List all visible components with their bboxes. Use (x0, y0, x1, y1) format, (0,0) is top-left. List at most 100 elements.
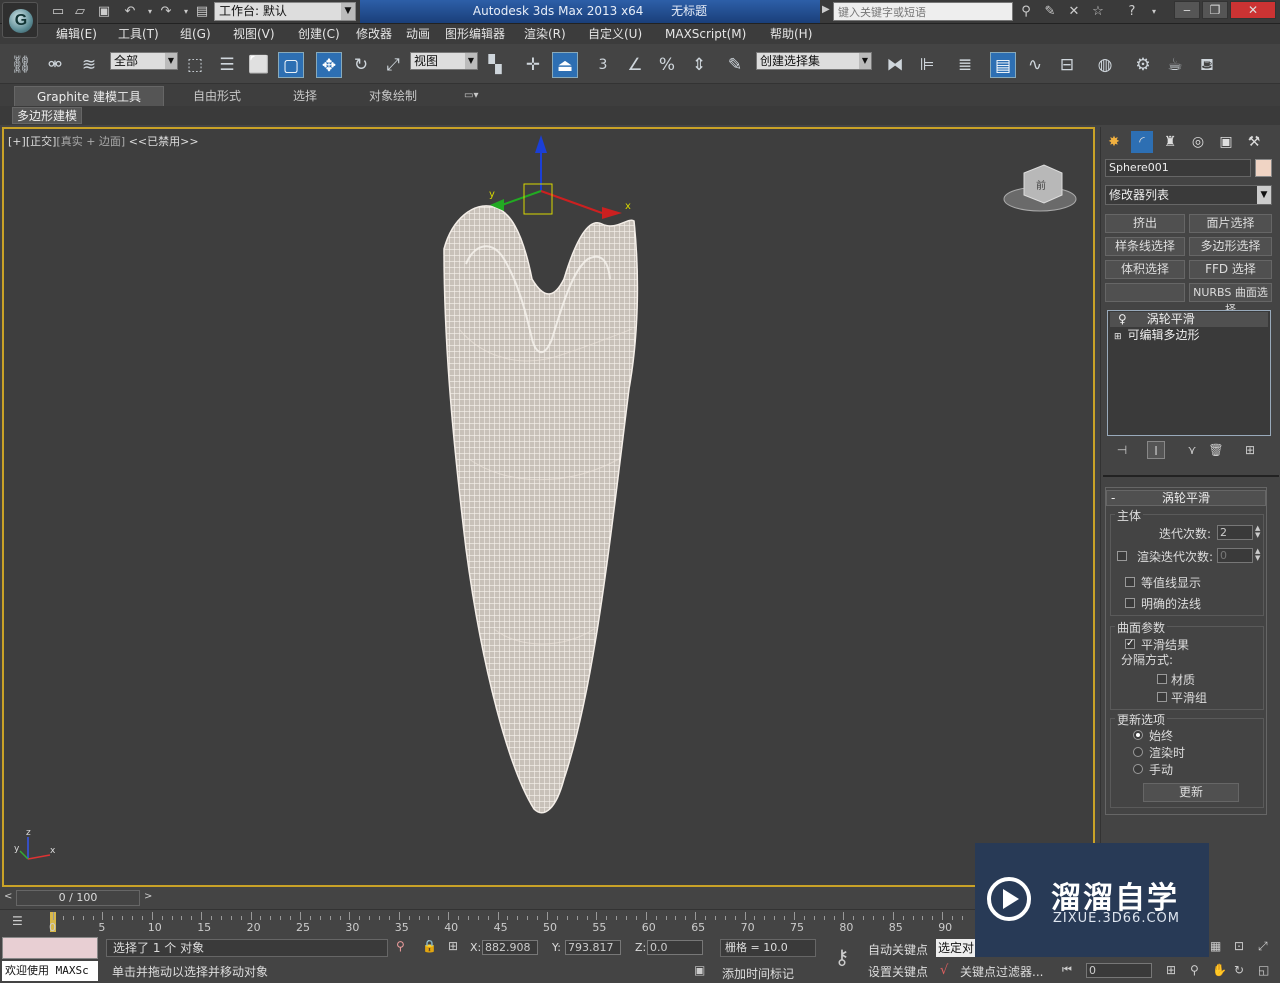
add-time-tag[interactable]: 添加时间标记 (722, 965, 794, 982)
selection-filter-dropdown[interactable]: 全部 ▼ (110, 52, 178, 70)
rollout-header[interactable]: - 涡轮平滑 (1106, 490, 1266, 506)
nurbs-surface-select-button[interactable]: NURBS 曲面选择 (1189, 283, 1272, 316)
menu-animation[interactable]: 动画 (406, 24, 430, 44)
spinner-arrows-icon[interactable]: ▲ ▼ (1255, 525, 1260, 539)
zoom-icon[interactable]: ⚲ (1190, 963, 1199, 977)
pan-hand-icon[interactable]: ✋ (1212, 963, 1227, 977)
subscription-icon[interactable]: ✎ (1040, 2, 1060, 22)
layer-manager-icon[interactable]: ≣ (952, 52, 978, 78)
rendered-frame-icon[interactable]: ☕ (1162, 52, 1188, 78)
undo-icon[interactable]: ↶ (120, 2, 140, 22)
zoom-region-icon[interactable]: ⊡ (1234, 939, 1244, 953)
menu-rendering[interactable]: 渲染(R) (524, 24, 566, 44)
named-selection-dropdown[interactable]: 创建选择集 ▼ (756, 52, 872, 70)
project-folder-icon[interactable]: ▤ (192, 2, 212, 22)
rectangular-selection-icon[interactable]: ⬜ (246, 52, 272, 78)
spinner-snap-icon[interactable]: ⇕ (686, 52, 712, 78)
selected-set-dropdown[interactable]: 选定对 (936, 939, 976, 957)
menu-maxscript[interactable]: MAXScript(M) (665, 24, 746, 44)
reference-coordinate-dropdown[interactable]: 视图 ▼ (410, 52, 478, 70)
render-iterations-spinner[interactable]: 0 (1217, 548, 1253, 563)
bind-spacewarp-icon[interactable]: ≋ (76, 52, 102, 78)
x-coordinate-field[interactable]: 882.908 (482, 940, 538, 955)
lock-icon[interactable]: 🔒 (422, 939, 437, 953)
graphite-toggle-icon[interactable]: ▤ (990, 52, 1016, 78)
window-crossing-icon[interactable]: ▢ (278, 52, 304, 78)
menu-views[interactable]: 视图(V) (233, 24, 275, 44)
stack-item-turbosmooth[interactable]: ♀ 涡轮平滑 (1110, 312, 1268, 327)
modifier-list-dropdown[interactable]: 修改器列表 ▼ (1105, 185, 1272, 205)
auto-key-button[interactable]: 自动关键点 (868, 941, 928, 958)
keyboard-shortcut-override-icon[interactable]: ⏏ (552, 52, 578, 78)
extrude-modifier-button[interactable]: 挤出 (1105, 214, 1185, 233)
set-key-button[interactable]: 设置关键点 (868, 963, 928, 980)
search-input[interactable]: 键入关键字或短语 (833, 2, 1013, 21)
communication-icon[interactable]: ✕ (1064, 2, 1084, 22)
utilities-tab-icon[interactable]: ⚒ (1243, 131, 1265, 153)
render-setup-icon[interactable]: ⚙ (1130, 52, 1156, 78)
display-tab-icon[interactable]: ▣ (1215, 131, 1237, 153)
app-logo-button[interactable]: G (2, 2, 38, 38)
update-button[interactable]: 更新 (1143, 783, 1239, 802)
restore-button[interactable]: ❐ (1202, 1, 1228, 19)
patch-select-button[interactable]: 面片选择 (1189, 214, 1272, 233)
volume-select-button[interactable]: 体积选择 (1105, 260, 1185, 279)
isolate-icon[interactable]: ⚲ (396, 939, 405, 953)
open-file-icon[interactable]: ▱ (70, 2, 90, 22)
current-frame-field[interactable]: 0 (1086, 963, 1152, 978)
ribbon-options-icon[interactable]: ▭▾ (464, 86, 478, 106)
binoculars-icon[interactable]: ⚲ (1016, 2, 1036, 22)
key-filters-button[interactable]: 关键点过滤器... (960, 963, 1043, 980)
show-end-result-icon[interactable]: I (1147, 441, 1165, 459)
isoline-checkbox[interactable] (1125, 577, 1135, 587)
menu-group[interactable]: 组(G) (180, 24, 211, 44)
absolute-mode-icon[interactable]: ⊞ (448, 939, 458, 953)
material-editor-icon[interactable]: ◍ (1092, 52, 1118, 78)
pin-stack-icon[interactable]: ⊣ (1113, 441, 1131, 459)
select-and-scale-icon[interactable]: ⤢ (380, 52, 406, 78)
menu-customize[interactable]: 自定义(U) (588, 24, 642, 44)
new-file-icon[interactable]: ▭ (48, 2, 68, 22)
menu-edit[interactable]: 编辑(E) (56, 24, 97, 44)
empty-modifier-button[interactable] (1105, 283, 1185, 302)
y-coordinate-field[interactable]: 793.817 (565, 940, 621, 955)
smoothing-groups-checkbox[interactable] (1157, 692, 1167, 702)
angle-snap-icon[interactable]: ∠ (622, 52, 648, 78)
help-icon[interactable]: ? (1122, 2, 1142, 22)
redo-icon[interactable]: ↷ (156, 2, 176, 22)
close-button[interactable]: ✕ (1230, 1, 1276, 19)
poly-select-button[interactable]: 多边形选择 (1189, 237, 1272, 256)
tab-freeform[interactable]: 自由形式 (193, 86, 241, 106)
viewcube[interactable]: 前 (1003, 164, 1077, 212)
explicit-normals-checkbox[interactable] (1125, 598, 1135, 608)
menu-help[interactable]: 帮助(H) (770, 24, 812, 44)
stack-item-editable-poly[interactable]: ⊞ 可编辑多边形 (1110, 328, 1268, 343)
menu-graph-editors[interactable]: 图形编辑器 (445, 24, 505, 44)
select-object-icon[interactable]: ⬚ (182, 52, 208, 78)
configure-sets-icon[interactable]: ⊞ (1241, 441, 1259, 459)
select-by-name-icon[interactable]: ☰ (214, 52, 240, 78)
create-tab-icon[interactable]: ✸ (1103, 131, 1125, 153)
zoom-extents-icon[interactable]: ▦ (1210, 939, 1221, 953)
lightbulb-icon[interactable]: ♀ (1118, 312, 1127, 326)
z-coordinate-field[interactable]: 0.0 (647, 940, 703, 955)
link-icon[interactable]: ⛓ (8, 52, 34, 78)
tab-object-paint[interactable]: 对象绘制 (369, 86, 417, 106)
select-and-rotate-icon[interactable]: ↻ (348, 52, 374, 78)
schematic-view-icon[interactable]: ⊟ (1054, 52, 1080, 78)
go-to-start-icon[interactable]: ⏮ (1062, 963, 1072, 977)
play-arrow-icon[interactable]: ▶ (822, 4, 830, 15)
smooth-result-checkbox[interactable]: ✓ (1125, 639, 1135, 649)
curve-editor-icon[interactable]: ∿ (1022, 52, 1048, 78)
ffd-select-button[interactable]: FFD 选择 (1189, 260, 1272, 279)
tab-selection[interactable]: 选择 (293, 86, 317, 106)
always-radio[interactable] (1133, 730, 1143, 740)
modify-tab-icon[interactable]: ◜ (1131, 131, 1153, 153)
maximize-viewport-icon[interactable]: ⤢ (1258, 939, 1268, 954)
pivot-center-icon[interactable]: ▚ (482, 52, 508, 78)
time-tag-icon[interactable]: ▣ (694, 963, 705, 977)
unlink-icon[interactable]: ⚮ (42, 52, 68, 78)
motion-tab-icon[interactable]: ◎ (1187, 131, 1209, 153)
select-manipulate-icon[interactable]: ✛ (520, 52, 546, 78)
spline-select-button[interactable]: 样条线选择 (1105, 237, 1185, 256)
